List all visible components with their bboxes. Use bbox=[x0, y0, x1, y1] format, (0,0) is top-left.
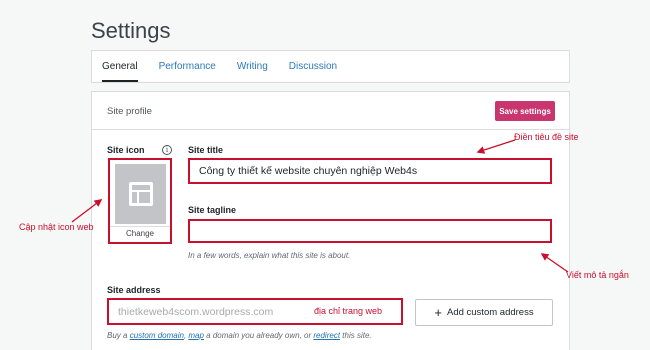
help-text-suffix: this site. bbox=[340, 331, 372, 340]
plus-icon: + bbox=[434, 304, 442, 320]
site-profile-header: Site profile Save settings bbox=[91, 91, 570, 130]
site-tagline-label: Site tagline bbox=[188, 205, 237, 215]
redirect-link[interactable]: redirect bbox=[313, 331, 340, 340]
site-tagline-help: In a few words, explain what this site i… bbox=[188, 251, 351, 260]
tab-discussion[interactable]: Discussion bbox=[289, 51, 337, 82]
annotation-site-address: địa chỉ trang web bbox=[314, 306, 383, 316]
site-icon-label: Site icon bbox=[107, 145, 145, 155]
annotation-site-icon: Cập nhật icon web bbox=[19, 222, 94, 232]
site-title-input[interactable]: Công ty thiết kế website chuyên nghiệp W… bbox=[188, 158, 552, 184]
save-settings-button[interactable]: Save settings bbox=[495, 101, 555, 121]
site-address-placeholder: thietkeweb4scom.wordpress.com bbox=[118, 305, 274, 318]
site-profile-label: Site profile bbox=[107, 106, 152, 117]
add-custom-address-button[interactable]: + Add custom address bbox=[415, 299, 553, 326]
tab-general[interactable]: General bbox=[102, 51, 138, 82]
site-tagline-input[interactable] bbox=[188, 219, 552, 243]
site-address-label: Site address bbox=[107, 285, 161, 295]
settings-tabs: General Performance Writing Discussion bbox=[91, 50, 570, 83]
site-icon-placeholder bbox=[115, 164, 166, 224]
site-address-help: Buy a custom domain, map a domain you al… bbox=[107, 331, 372, 340]
tab-performance[interactable]: Performance bbox=[159, 51, 216, 82]
change-icon-button[interactable]: Change bbox=[110, 226, 170, 240]
info-icon[interactable]: i bbox=[162, 145, 172, 155]
help-text-mid: a domain you already own, or bbox=[203, 331, 314, 340]
map-domain-link[interactable]: map bbox=[188, 331, 204, 340]
annotation-site-title: Điền tiêu đề site bbox=[514, 132, 579, 142]
add-custom-address-label: Add custom address bbox=[446, 307, 534, 318]
site-icon-picker[interactable]: Change bbox=[108, 158, 172, 244]
custom-domain-link[interactable]: custom domain bbox=[130, 331, 184, 340]
site-title-value: Công ty thiết kế website chuyên nghiệp W… bbox=[199, 165, 418, 177]
layout-icon bbox=[128, 182, 153, 206]
site-title-label: Site title bbox=[188, 145, 224, 155]
help-text-prefix: Buy a bbox=[107, 331, 130, 340]
tab-writing[interactable]: Writing bbox=[237, 51, 268, 82]
annotation-tagline: Viết mô tả ngắn bbox=[566, 270, 629, 280]
page-title: Settings bbox=[91, 18, 171, 43]
